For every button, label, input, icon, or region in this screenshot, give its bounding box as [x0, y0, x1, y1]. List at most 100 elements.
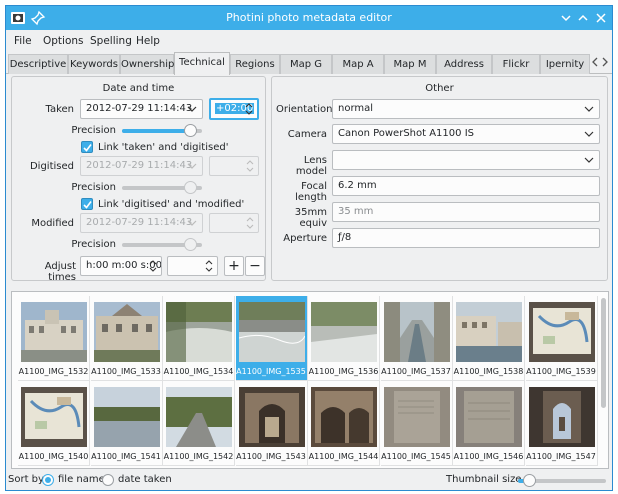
chevron-down-icon [187, 217, 197, 229]
main-window: Photini photo metadata editor File Optio… [5, 5, 613, 491]
thumbnail-grid[interactable]: A1100_IMG_1532 A1100_IMG_1533 A1100_IMG_15… [11, 291, 609, 469]
thumbnail-caption: A1100_IMG_1546 [453, 452, 524, 461]
thumbnail-item[interactable]: A1100_IMG_1547 [525, 381, 598, 466]
thumbnail-item[interactable]: A1100_IMG_1540 [18, 381, 90, 466]
digitised-precision-label: Precision [71, 182, 116, 193]
title-bar[interactable]: Photini photo metadata editor [6, 6, 612, 30]
menu-help[interactable]: Help [136, 35, 160, 47]
taken-precision-slider[interactable] [122, 124, 202, 137]
tab-map-a[interactable]: Map A [332, 54, 384, 74]
tab-technical[interactable]: Technical [174, 52, 230, 75]
thumbnail-item[interactable]: A1100_IMG_1532 [18, 296, 90, 381]
thumbnail-size-label: Thumbnail size [446, 474, 522, 485]
modified-offset-input[interactable] [209, 213, 259, 233]
tab-ownership[interactable]: Ownership [120, 54, 174, 74]
thumbnail-item[interactable]: A1100_IMG_1546 [453, 381, 525, 466]
thumbnail-item[interactable]: A1100_IMG_1536 [308, 296, 380, 381]
menu-file[interactable]: File [14, 35, 32, 47]
adjust-times-label: Adjust times [44, 261, 76, 283]
adjust-plus-button[interactable]: + [224, 256, 244, 276]
maximize-chevron-icon[interactable] [574, 9, 592, 27]
thumbnail-scrollbar[interactable] [601, 298, 606, 408]
tab-descriptive[interactable]: Descriptive [8, 54, 68, 74]
sort-date-taken-label[interactable]: date taken [118, 474, 172, 485]
thumbnail-item[interactable]: A1100_IMG_1539 [525, 296, 598, 381]
thumbnail-item[interactable]: A1100_IMG_1543 [235, 381, 308, 466]
tab-keywords[interactable]: Keywords [68, 54, 120, 74]
camera-select[interactable]: Canon PowerShot A1100 IS [332, 124, 600, 144]
minimize-chevron-icon[interactable] [557, 9, 575, 27]
tab-regions[interactable]: Regions [230, 54, 280, 74]
thumbnail-caption: A1100_IMG_1532 [18, 367, 89, 376]
thumbnail-size-handle[interactable] [522, 474, 536, 487]
orientation-value: normal [338, 103, 374, 114]
adjust-offset-input[interactable] [167, 256, 218, 276]
orientation-select[interactable]: normal [332, 99, 600, 119]
taken-precision-handle[interactable] [184, 124, 197, 137]
thumbnail-item[interactable]: A1100_IMG_1535 [235, 296, 308, 381]
status-bar: Sort by file name date taken Thumbnail s… [6, 470, 612, 490]
tab-flickr[interactable]: Flickr [492, 54, 540, 74]
thumbnail-item[interactable]: A1100_IMG_1538 [453, 296, 525, 381]
sort-date-taken-radio[interactable] [102, 474, 114, 486]
taken-datetime-input[interactable]: 2012-07-29 11:14:43 [80, 99, 203, 119]
spin-arrows-icon[interactable] [204, 258, 214, 274]
digitised-precision-handle[interactable] [184, 181, 197, 194]
thumbnail-image [311, 387, 377, 447]
thumbnail-item[interactable]: A1100_IMG_1537 [380, 296, 453, 381]
link-digitised-modified-checkbox[interactable] [81, 198, 93, 210]
taken-precision-fill [122, 129, 190, 133]
link-taken-digitised-checkbox[interactable] [81, 141, 93, 153]
tab-scroll-right-icon[interactable] [600, 56, 610, 70]
thumbnail-size-slider[interactable] [518, 474, 606, 487]
tab-map-g[interactable]: Map G [280, 54, 332, 74]
modified-precision-handle[interactable] [184, 238, 197, 251]
taken-offset-input[interactable]: +02:00 [209, 98, 259, 120]
tab-scroll-left-icon[interactable] [590, 56, 600, 70]
focal-length-input[interactable]: 6.2 mm [332, 176, 600, 196]
focal-length-label: Focal length [295, 181, 327, 203]
equiv-input[interactable]: 35 mm [332, 202, 600, 222]
aperture-value: ƒ/8 [338, 232, 352, 243]
digitised-datetime-input[interactable]: 2012-07-29 11:14:43 [80, 156, 203, 176]
spin-arrows-icon[interactable] [244, 101, 254, 117]
orientation-label: Orientation [276, 104, 333, 115]
modified-datetime-value: 2012-07-29 11:14:43 [86, 217, 193, 228]
thumbnail-caption: A1100_IMG_1539 [526, 367, 596, 376]
modified-datetime-input[interactable]: 2012-07-29 11:14:43 [80, 213, 203, 233]
thumbnail-item[interactable]: A1100_IMG_1544 [308, 381, 380, 466]
thumbnail-image [238, 387, 305, 447]
thumbnail-image [166, 302, 232, 362]
thumbnail-item[interactable]: A1100_IMG_1533 [90, 296, 163, 381]
thumbnail-item[interactable]: A1100_IMG_1542 [163, 381, 235, 466]
thumbnail-caption: A1100_IMG_1537 [381, 367, 451, 376]
modified-precision-slider[interactable] [122, 238, 202, 251]
link-taken-digitised-label: Link 'taken' and 'digitised' [98, 142, 229, 153]
thumbnail-caption: A1100_IMG_1540 [18, 452, 89, 461]
tab-ipernity[interactable]: Ipernity [540, 54, 590, 74]
close-icon[interactable] [592, 9, 610, 27]
thumbnail-item[interactable]: A1100_IMG_1541 [90, 381, 163, 466]
thumbnail-caption: A1100_IMG_1535 [236, 367, 306, 376]
taken-precision-label: Precision [71, 125, 116, 136]
thumbnail-caption: A1100_IMG_1544 [308, 452, 379, 461]
thumbnail-item[interactable]: A1100_IMG_1534 [163, 296, 235, 381]
adjust-minus-button[interactable]: − [245, 256, 265, 276]
spin-arrows-icon [245, 158, 255, 174]
aperture-input[interactable]: ƒ/8 [332, 228, 600, 248]
digitised-datetime-value: 2012-07-29 11:14:43 [86, 160, 193, 171]
digitised-precision-slider[interactable] [122, 181, 202, 194]
adjust-times-input[interactable]: h:00 m:00 s:00 [80, 256, 162, 276]
tab-map-m[interactable]: Map M [384, 54, 436, 74]
chevron-down-icon [584, 154, 594, 166]
sort-file-name-radio[interactable] [42, 474, 54, 486]
menu-options[interactable]: Options [43, 35, 84, 47]
digitised-offset-input[interactable] [209, 156, 259, 176]
thumbnail-image [456, 302, 522, 362]
lens-model-select[interactable] [332, 150, 600, 170]
spin-arrows-icon[interactable] [148, 258, 158, 274]
sort-file-name-label[interactable]: file name [58, 474, 105, 485]
tab-address[interactable]: Address [436, 54, 492, 74]
thumbnail-item[interactable]: A1100_IMG_1545 [380, 381, 453, 466]
menu-spelling[interactable]: Spelling [90, 35, 132, 47]
